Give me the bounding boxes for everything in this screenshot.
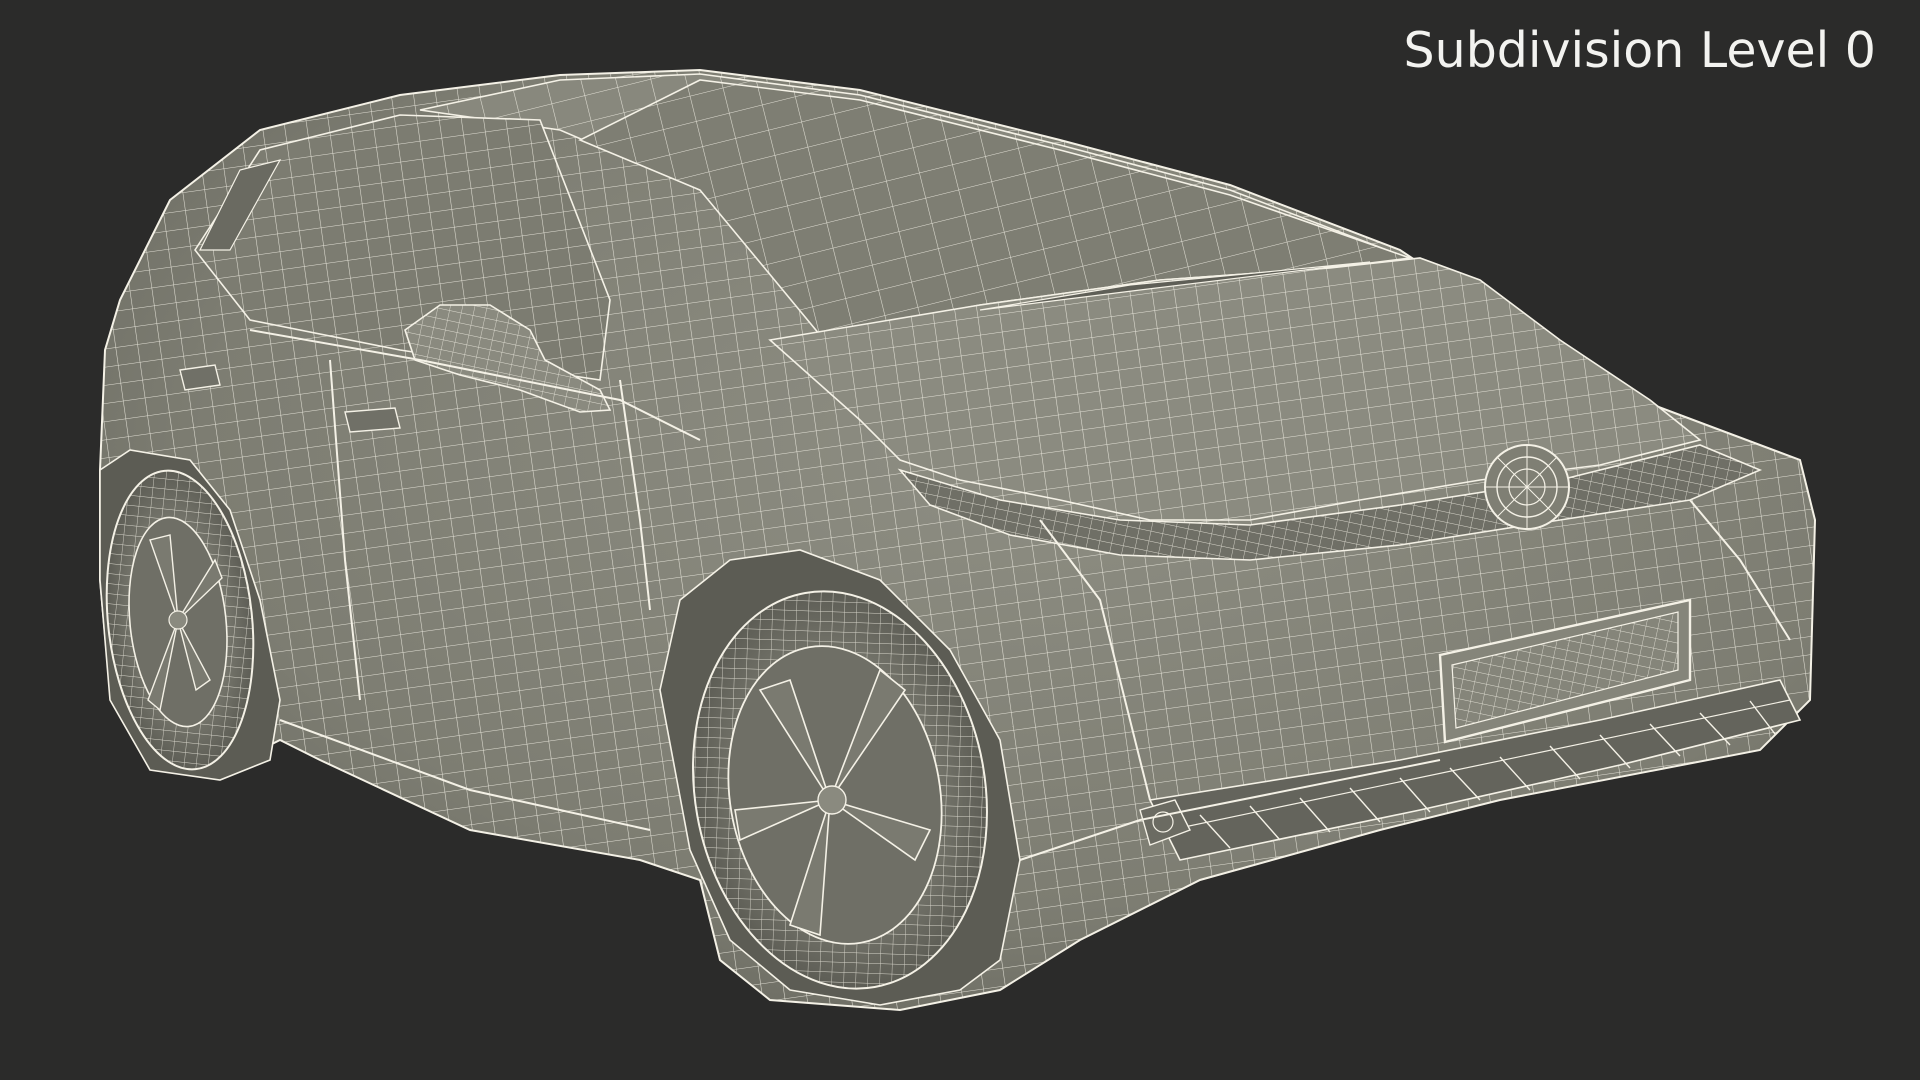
car-wireframe-render [99, 68, 1817, 1012]
emblem-icon [1484, 444, 1570, 530]
subdivision-level-label: Subdivision Level 0 [1403, 22, 1876, 79]
render-viewport: Subdivision Level 0 [0, 0, 1920, 1080]
